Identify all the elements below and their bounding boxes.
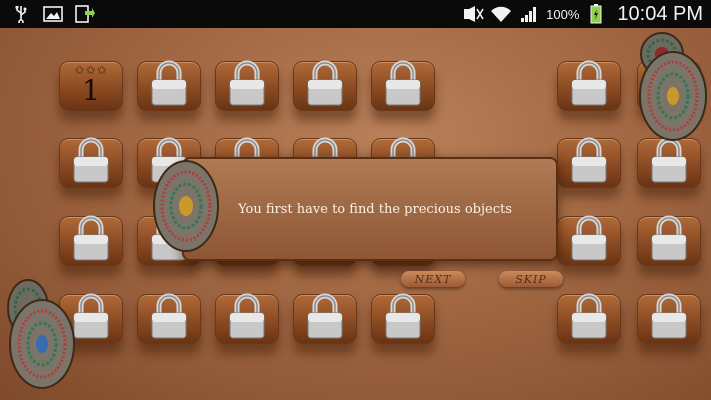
nfc-mute-icon: [462, 4, 484, 24]
locked-level-tile[interactable]: [215, 293, 279, 344]
locked-level-tile[interactable]: [637, 137, 701, 188]
wifi-icon: [490, 4, 512, 24]
locked-level-tile[interactable]: [557, 60, 621, 111]
locked-level-tile[interactable]: [59, 215, 123, 266]
locked-level-tile[interactable]: [557, 137, 621, 188]
battery-percent: 100%: [546, 6, 580, 22]
lock-icon: [651, 215, 687, 261]
lock-icon: [385, 293, 421, 339]
message-dialog: You first have to find the precious obje…: [182, 157, 558, 261]
lock-icon: [571, 137, 607, 183]
status-right: 100% 10:04 PM: [462, 0, 703, 28]
medallion-right-icon: [638, 50, 708, 142]
locked-level-tile[interactable]: [371, 293, 435, 344]
locked-level-tile[interactable]: [293, 60, 357, 111]
lock-icon: [571, 293, 607, 339]
lock-icon: [73, 137, 109, 183]
signal-icon: [518, 4, 540, 24]
battery-icon: [585, 4, 607, 24]
lock-icon: [571, 60, 607, 106]
lock-icon: [385, 60, 421, 106]
locked-level-tile[interactable]: [557, 293, 621, 344]
lock-icon: [307, 293, 343, 339]
dialog-message: You first have to find the precious obje…: [238, 201, 512, 217]
locked-level-tile[interactable]: [637, 293, 701, 344]
skip-button[interactable]: SKIP: [499, 271, 563, 287]
lock-icon: [651, 137, 687, 183]
locked-level-tile[interactable]: [137, 293, 201, 344]
level-number: 1: [82, 74, 100, 107]
dialog-medallion-icon: [152, 159, 220, 253]
locked-level-tile[interactable]: [137, 60, 201, 111]
locked-level-tile[interactable]: [371, 60, 435, 111]
clock: 10:04 PM: [617, 2, 703, 25]
locked-level-tile[interactable]: [637, 215, 701, 266]
level-select-board: ✩✩✩ 1 You first have to find the preciou…: [0, 28, 711, 400]
locked-level-tile[interactable]: [59, 137, 123, 188]
lock-icon: [229, 60, 265, 106]
lock-icon: [151, 293, 187, 339]
status-bar: 100% 10:04 PM: [0, 0, 711, 28]
lock-icon: [229, 293, 265, 339]
lock-icon: [151, 60, 187, 106]
medallion-left-icon: [8, 298, 76, 390]
lock-icon: [571, 215, 607, 261]
usb-icon: [10, 4, 32, 24]
level-1-tile[interactable]: ✩✩✩ 1: [59, 61, 123, 111]
lock-icon: [73, 215, 109, 261]
locked-level-tile[interactable]: [293, 293, 357, 344]
lock-icon: [651, 293, 687, 339]
download-icon: [74, 4, 96, 24]
image-icon: [42, 4, 64, 24]
status-left: [10, 4, 96, 24]
lock-icon: [307, 60, 343, 106]
locked-level-tile[interactable]: [557, 215, 621, 266]
next-button[interactable]: NEXT: [401, 271, 465, 287]
locked-level-tile[interactable]: [215, 60, 279, 111]
